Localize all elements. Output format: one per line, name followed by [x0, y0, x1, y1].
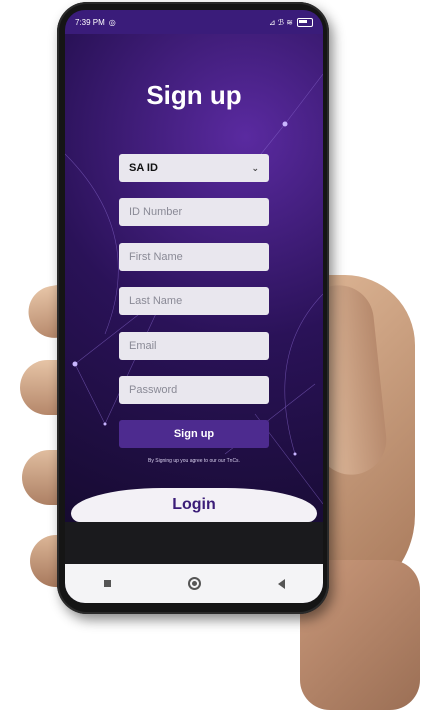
recent-apps-icon[interactable] — [103, 580, 111, 587]
login-button[interactable]: Login — [71, 488, 317, 522]
signup-button[interactable]: Sign up — [119, 420, 269, 448]
password-input[interactable]: Password — [119, 376, 269, 404]
battery-icon — [297, 17, 313, 27]
status-time: 7:39 PM — [75, 17, 105, 27]
status-bar: 7:39 PM ◎ ⊿ ℬ ≋ — [65, 10, 323, 34]
system-nav-bar — [65, 564, 323, 603]
first-name-input[interactable]: First Name — [119, 243, 269, 271]
email-input[interactable]: Email — [119, 332, 269, 360]
bottom-spacer — [65, 522, 323, 564]
page-title: Sign up — [146, 80, 242, 110]
chevron-down-icon: ⌄ — [251, 162, 259, 173]
id-type-value: SA ID — [129, 162, 158, 174]
back-icon[interactable] — [277, 578, 285, 589]
id-type-select[interactable]: SA ID ⌄ — [119, 154, 269, 182]
notification-icon: ◎ — [108, 17, 116, 27]
phone-screen: 7:39 PM ◎ ⊿ ℬ ≋ Sign up SA ID ⌄ ID Numbe… — [65, 10, 323, 603]
signal-icons: ⊿ ℬ ≋ — [268, 17, 293, 27]
last-name-input[interactable]: Last Name — [119, 287, 269, 315]
terms-text: By Signing up you agree to our our TnCs. — [148, 458, 240, 464]
id-number-input[interactable]: ID Number — [119, 198, 269, 226]
home-icon[interactable] — [187, 577, 201, 590]
